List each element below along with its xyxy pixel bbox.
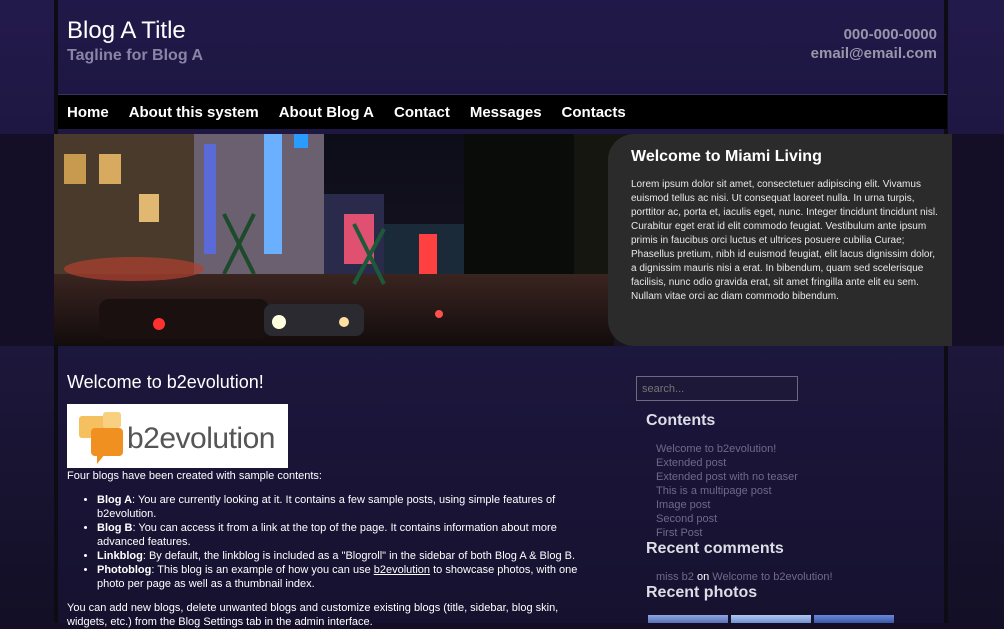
nav-contacts[interactable]: Contacts (562, 104, 626, 121)
search-input[interactable] (636, 376, 798, 401)
list-item-name: Photoblog (97, 564, 152, 576)
contents-item[interactable]: Extended post (656, 457, 726, 469)
nav-home[interactable]: Home (67, 104, 109, 121)
post-outro: You can add new blogs, delete unwanted b… (67, 602, 559, 628)
b2evolution-link[interactable]: b2evolution (374, 564, 430, 576)
contents-item[interactable]: Extended post with no teaser (656, 471, 798, 483)
nav-about-system[interactable]: About this system (129, 104, 259, 121)
list-item-text: : You are currently looking at it. It co… (97, 494, 556, 520)
logo-wordmark: b2evolution (127, 422, 275, 455)
list-item-text: : You can access it from a link at the t… (97, 522, 557, 548)
blog-title[interactable]: Blog A Title (67, 17, 186, 45)
list-item-text: : By default, the linkblog is included a… (142, 550, 576, 562)
main-nav: Home About this system About Blog A Cont… (58, 94, 947, 129)
recent-comments-heading: Recent comments (646, 540, 784, 557)
list-item-name: Linkblog (97, 550, 143, 562)
comment-author: miss b2 (656, 571, 694, 583)
contents-list: Welcome to b2evolution! Extended post Ex… (656, 442, 798, 540)
welcome-panel: Welcome to Miami Living Lorem ipsum dolo… (608, 134, 952, 346)
welcome-heading: Welcome to Miami Living (631, 148, 822, 165)
contents-item[interactable]: Welcome to b2evolution! (656, 443, 776, 455)
photo-thumbnail[interactable] (648, 615, 728, 623)
contact-phone: 000-000-0000 (843, 26, 937, 43)
nav-messages[interactable]: Messages (470, 104, 542, 121)
blog-tagline: Tagline for Blog A (67, 47, 203, 64)
contents-heading: Contents (646, 412, 716, 429)
contact-email: email@email.com (810, 45, 937, 62)
list-item-text: : This blog is an example of how you can… (151, 564, 374, 576)
nav-contact[interactable]: Contact (394, 104, 450, 121)
welcome-body: Lorem ipsum dolor sit amet, consectetuer… (631, 179, 938, 302)
contents-item[interactable]: Second post (656, 513, 717, 525)
post-intro: Four blogs have been created with sample… (67, 470, 322, 482)
contents-item[interactable]: First Post (656, 527, 702, 539)
list-item: Blog B: You can access it from a link at… (97, 521, 597, 549)
recent-comment: miss b2 on Welcome to b2evolution! (656, 571, 833, 583)
b2evolution-logo: b2evolution (67, 404, 288, 468)
contents-item[interactable]: Image post (656, 499, 710, 511)
nav-about-blog-a[interactable]: About Blog A (279, 104, 374, 121)
list-item-name: Blog A (97, 494, 133, 506)
speech-bubbles-icon (79, 412, 123, 464)
list-item: Photoblog: This blog is an example of ho… (97, 563, 597, 591)
comment-on: on (696, 571, 710, 583)
recent-photos-heading: Recent photos (646, 584, 758, 601)
comment-post-link[interactable]: Welcome to b2evolution! (712, 571, 832, 583)
photo-thumbnail[interactable] (731, 615, 811, 623)
list-item: Linkblog: By default, the linkblog is in… (97, 549, 597, 563)
list-item: Blog A: You are currently looking at it.… (97, 493, 597, 521)
list-item-name: Blog B (97, 522, 133, 534)
post-title[interactable]: Welcome to b2evolution! (67, 372, 264, 393)
contents-item[interactable]: This is a multipage post (656, 485, 772, 497)
blog-list: Blog A: You are currently looking at it.… (67, 493, 597, 591)
photo-thumbnail[interactable] (814, 615, 894, 623)
